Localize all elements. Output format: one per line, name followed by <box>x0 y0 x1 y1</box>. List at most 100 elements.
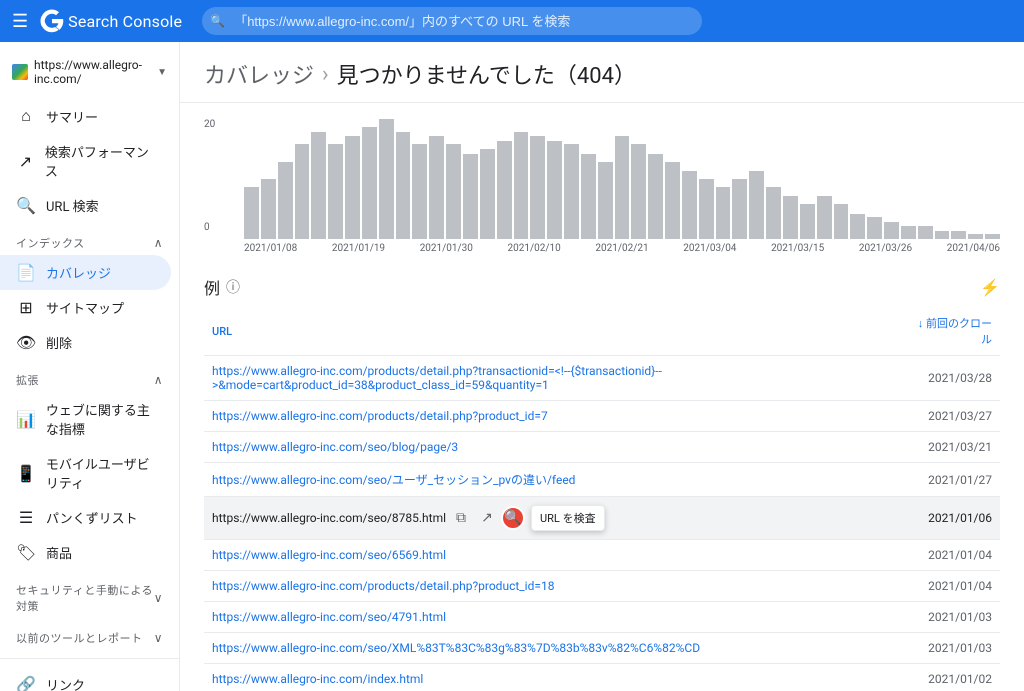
chart-bar <box>412 144 427 239</box>
chart-x-label: 2021/03/04 <box>683 243 736 254</box>
col-url-header: URL <box>204 307 904 356</box>
sidebar-item-label: サマリー <box>46 107 98 126</box>
chart-bar <box>446 144 461 239</box>
search-input[interactable] <box>202 7 702 35</box>
url-link[interactable]: https://www.allegro-inc.com/seo/XML%83T%… <box>212 641 700 655</box>
filter-icon[interactable]: ⚡ <box>980 278 1000 297</box>
table-row: https://www.allegro-inc.com/seo/XML%83T%… <box>204 633 1000 664</box>
chart-bar <box>985 234 1000 239</box>
chart-bar <box>261 179 276 239</box>
table-cell-date: 2021/03/21 <box>904 432 1000 463</box>
chart-bar <box>884 222 899 239</box>
google-logo-icon <box>40 9 64 33</box>
chart-bar <box>631 144 646 239</box>
chart-bar <box>918 226 933 239</box>
performance-icon: ↗ <box>16 152 35 171</box>
legacy-section-header: 以前のツールとレポート ∨ <box>0 618 179 650</box>
app-title: Search Console <box>68 12 182 31</box>
chart-x-label: 2021/01/19 <box>332 243 385 254</box>
sidebar-item-links[interactable]: 🔗 リンク <box>0 667 171 691</box>
search-bar[interactable] <box>202 7 702 35</box>
sidebar-item-coverage[interactable]: 📄 カバレッジ <box>0 255 171 290</box>
chart-y-axis: 20 0 <box>204 119 215 233</box>
chart-bar <box>429 136 444 239</box>
sidebar-item-label: URL 検索 <box>46 196 99 215</box>
table-row: https://www.allegro-inc.com/seo/8785.htm… <box>204 497 1000 540</box>
legacy-chevron-icon[interactable]: ∨ <box>154 631 163 645</box>
home-icon: ⌂ <box>16 106 36 126</box>
sidebar-item-products[interactable]: 🏷 商品 <box>0 535 171 570</box>
chart-bar <box>328 144 343 239</box>
table-cell-date: 2021/01/27 <box>904 463 1000 497</box>
sidebar-item-sitemaps[interactable]: ⊞ サイトマップ <box>0 290 171 325</box>
chart-bar <box>817 196 832 239</box>
web-vitals-icon: 📊 <box>16 410 36 429</box>
info-icon[interactable]: ⓘ <box>226 277 240 297</box>
sidebar-item-breadcrumbs[interactable]: ☰ パンくずリスト <box>0 500 171 535</box>
table-cell-url: https://www.allegro-inc.com/seo/XML%83T%… <box>204 633 904 664</box>
chart-bar <box>834 204 849 239</box>
chart-bar <box>716 187 731 239</box>
inspect-url-button[interactable]: 🔍 <box>501 506 525 530</box>
site-selector[interactable]: https://www.allegro-inc.com/ ▼ <box>0 50 179 94</box>
sidebar-item-removals[interactable]: 👁 削除 <box>0 325 171 360</box>
open-url-button[interactable]: ↗ <box>475 506 499 530</box>
table-cell-date: 2021/01/03 <box>904 602 1000 633</box>
chart-bar <box>615 136 630 239</box>
chart-bar <box>345 136 360 239</box>
chart-bar <box>783 196 798 239</box>
table-cell-url: https://www.allegro-inc.com/seo/blog/pag… <box>204 432 904 463</box>
sidebar-item-label: サイトマップ <box>46 298 124 317</box>
url-link[interactable]: https://www.allegro-inc.com/products/det… <box>212 409 548 423</box>
chart-bar <box>598 162 613 239</box>
sidebar-item-web-vitals[interactable]: 📊 ウェブに関する主な指標 <box>0 392 171 446</box>
url-link[interactable]: https://www.allegro-inc.com/index.html <box>212 672 423 686</box>
chart-x-label: 2021/03/15 <box>771 243 824 254</box>
site-name: https://www.allegro-inc.com/ <box>34 58 151 86</box>
url-link[interactable]: https://www.allegro-inc.com/seo/blog/pag… <box>212 440 458 454</box>
chart-bar <box>497 141 512 239</box>
chart-bar <box>901 226 916 239</box>
table-header-row: URL ↓ 前回のクロール <box>204 307 1000 356</box>
table-title: 例 ⓘ <box>204 275 240 299</box>
table-cell-url: https://www.allegro-inc.com/seo/ユーザ_セッショ… <box>204 463 904 497</box>
enhancements-chevron-icon[interactable]: ∧ <box>154 373 163 387</box>
sidebar: https://www.allegro-inc.com/ ▼ ⌂ サマリー ↗ … <box>0 42 180 691</box>
sitemaps-icon: ⊞ <box>16 298 36 317</box>
chart-bar <box>514 132 529 239</box>
table-body: https://www.allegro-inc.com/products/det… <box>204 356 1000 691</box>
sidebar-item-label: 商品 <box>46 543 72 562</box>
chart-x-label: 2021/02/21 <box>595 243 648 254</box>
table-row: https://www.allegro-inc.com/seo/blog/pag… <box>204 432 1000 463</box>
breadcrumb-coverage[interactable]: カバレッジ <box>204 58 314 90</box>
url-link[interactable]: https://www.allegro-inc.com/seo/4791.htm… <box>212 610 446 624</box>
sidebar-item-label: カバレッジ <box>46 263 111 282</box>
main-content: カバレッジ › 見つかりませんでした（404） 20 0 2021/01/082… <box>180 42 1024 691</box>
chart-x-label: 2021/03/26 <box>859 243 912 254</box>
chart-bar <box>951 231 966 239</box>
sidebar-item-performance[interactable]: ↗ 検索パフォーマンス <box>0 134 171 188</box>
table-cell-url: https://www.allegro-inc.com/products/det… <box>204 356 904 401</box>
sidebar-item-summary[interactable]: ⌂ サマリー <box>0 98 171 134</box>
index-chevron-icon[interactable]: ∧ <box>154 236 163 250</box>
menu-icon[interactable]: ☰ <box>12 11 28 32</box>
url-link[interactable]: https://www.allegro-inc.com/seo/6569.htm… <box>212 548 446 562</box>
chart-bar <box>800 204 815 239</box>
chart-bar <box>480 149 495 239</box>
mobile-icon: 📱 <box>16 464 36 483</box>
chart-y-min: 0 <box>204 222 215 233</box>
chart-bar <box>379 119 394 239</box>
page-header: カバレッジ › 見つかりませんでした（404） <box>180 42 1024 103</box>
sidebar-item-mobile[interactable]: 📱 モバイルユーザビリティ <box>0 446 171 500</box>
security-chevron-icon[interactable]: ∨ <box>154 591 163 605</box>
url-link[interactable]: https://www.allegro-inc.com/seo/ユーザ_セッショ… <box>212 473 575 487</box>
breadcrumb-current: 見つかりませんでした（404） <box>337 58 636 90</box>
chart-bar <box>749 171 764 239</box>
chart-x-axis: 2021/01/082021/01/192021/01/302021/02/10… <box>244 243 1000 254</box>
sidebar-item-url-inspection[interactable]: 🔍 URL 検索 <box>0 188 171 223</box>
copy-url-button[interactable]: ⧉ <box>449 506 473 530</box>
url-link[interactable]: https://www.allegro-inc.com/products/det… <box>212 364 662 392</box>
chart-bar <box>935 231 950 239</box>
breadcrumb-separator: › <box>322 62 329 87</box>
url-link[interactable]: https://www.allegro-inc.com/products/det… <box>212 579 554 593</box>
